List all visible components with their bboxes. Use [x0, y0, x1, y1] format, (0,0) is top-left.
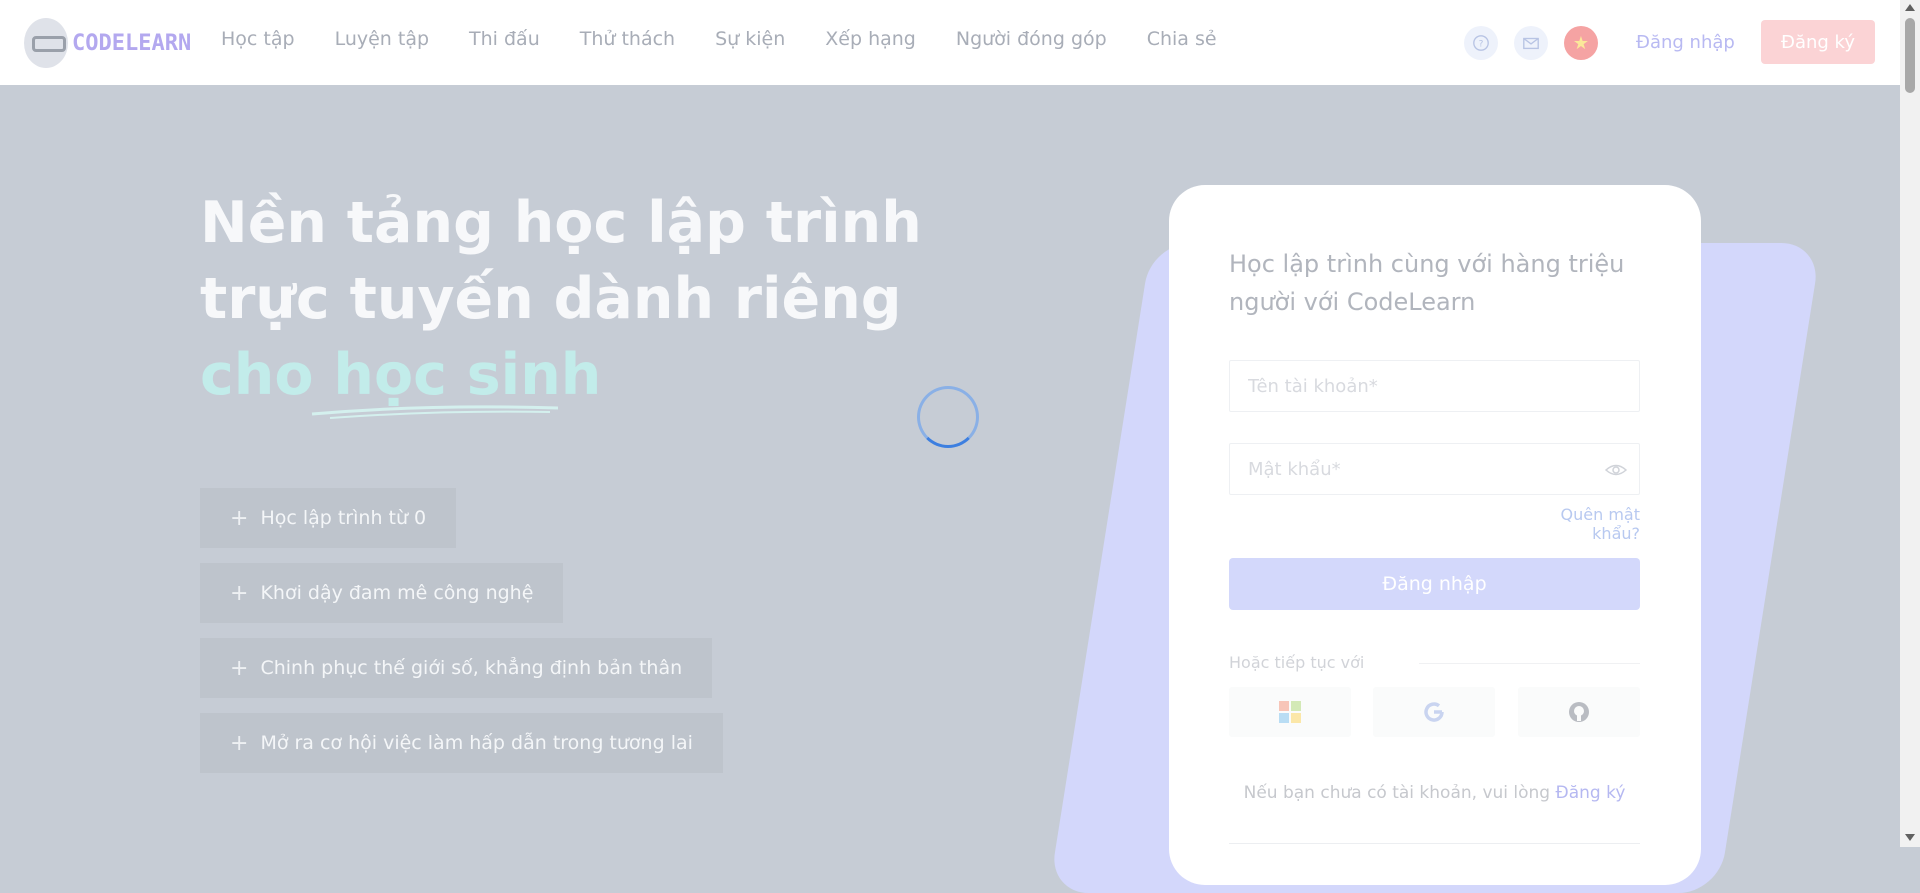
plus-icon: + [230, 580, 249, 606]
scroll-down-icon[interactable] [1905, 834, 1915, 841]
svg-text:?: ? [1479, 40, 1484, 50]
feature-item[interactable]: + Học lập trình từ 0 [200, 488, 457, 548]
github-icon [1569, 702, 1589, 722]
nav-item-nguoi-dong-gop[interactable]: Người đóng góp [956, 28, 1107, 50]
divider [1419, 663, 1640, 664]
google-icon [1424, 702, 1444, 722]
feature-list: + Học lập trình từ 0 + Khơi dậy đam mê côn… [200, 488, 723, 788]
vietnam-flag-icon[interactable]: ★ [1564, 26, 1598, 60]
logo-text: CODELEARN [72, 30, 192, 56]
hero-title: Nền tảng học lập trình trực tuyến dành r… [200, 185, 922, 413]
header-login-link[interactable]: Đăng nhập [1636, 32, 1735, 53]
hero-title-line3: cho học sinh [200, 342, 602, 408]
eye-icon[interactable] [1605, 460, 1627, 480]
feature-label: Chinh phục thế giới số, khẳng định bản t… [260, 657, 683, 679]
or-continue-label: Hoặc tiếp tục với [1229, 653, 1365, 672]
nav-item-chia-se[interactable]: Chia sẻ [1147, 28, 1217, 50]
feature-label: Mở ra cơ hội việc làm hấp dẫn trong tươn… [260, 732, 693, 754]
nav-item-hoc-tap[interactable]: Học tập [221, 28, 295, 50]
plus-icon: + [230, 505, 249, 531]
forgot-password-link[interactable]: Quên mật khẩu? [1509, 505, 1640, 543]
nav-item-su-kien[interactable]: Sự kiện [715, 28, 785, 50]
login-card: Học lập trình cùng với hàng triệu người … [1169, 185, 1701, 885]
card-bottom-divider [1229, 843, 1640, 844]
google-login-button[interactable] [1373, 687, 1495, 737]
title-underline-icon [311, 405, 559, 419]
hero-title-line2: trực tuyến dành riêng [200, 266, 902, 332]
password-input[interactable] [1230, 444, 1639, 494]
signup-note: Nếu bạn chưa có tài khoản, vui lòng Đăng… [1229, 783, 1640, 803]
microsoft-login-button[interactable] [1229, 687, 1351, 737]
plus-icon: + [230, 730, 249, 756]
feature-label: Học lập trình từ 0 [260, 507, 427, 529]
help-icon[interactable]: ? [1464, 26, 1498, 60]
nav-item-thi-dau[interactable]: Thi đấu [469, 28, 540, 50]
flag-star: ★ [1572, 32, 1590, 54]
top-header: CODELEARN Học tập Luyện tập Thi đấu Thử … [0, 0, 1900, 85]
main-nav: Học tập Luyện tập Thi đấu Thử thách Sự k… [221, 28, 1257, 50]
feature-item[interactable]: + Mở ra cơ hội việc làm hấp dẫn trong tươ… [200, 713, 723, 773]
signup-prompt-text: Nếu bạn chưa có tài khoản, vui lòng [1243, 783, 1551, 803]
nav-item-xep-hang[interactable]: Xếp hạng [825, 28, 916, 50]
nav-item-luyen-tap[interactable]: Luyện tập [335, 28, 429, 50]
mail-icon[interactable] [1514, 26, 1548, 60]
hero-title-line1: Nền tảng học lập trình [200, 190, 922, 256]
nav-item-thu-thach[interactable]: Thử thách [580, 28, 675, 50]
loading-spinner-icon [917, 386, 979, 448]
codelearn-logo[interactable]: CODELEARN [24, 16, 191, 70]
header-signup-button[interactable]: Đăng ký [1761, 20, 1875, 64]
login-button[interactable]: Đăng nhập [1229, 558, 1640, 610]
feature-item[interactable]: + Chinh phục thế giới số, khẳng định bản … [200, 638, 713, 698]
github-login-button[interactable] [1518, 687, 1640, 737]
scroll-up-icon[interactable] [1905, 4, 1915, 11]
login-card-title: Học lập trình cùng với hàng triệu người … [1229, 250, 1625, 316]
plus-icon: + [230, 655, 249, 681]
feature-item[interactable]: + Khơi dậy đam mê công nghệ [200, 563, 564, 623]
page-scrollbar[interactable] [1900, 0, 1920, 847]
feature-label: Khơi dậy đam mê công nghệ [260, 582, 534, 604]
mascot-icon [24, 18, 68, 68]
username-field[interactable] [1229, 360, 1640, 412]
signup-link[interactable]: Đăng ký [1556, 783, 1626, 803]
username-input[interactable] [1230, 361, 1639, 411]
password-field[interactable] [1229, 443, 1640, 495]
scroll-thumb[interactable] [1905, 18, 1915, 93]
microsoft-icon [1279, 701, 1301, 723]
